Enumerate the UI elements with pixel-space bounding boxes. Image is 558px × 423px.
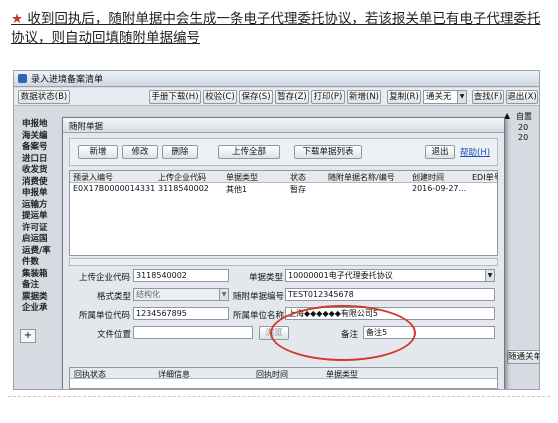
dialog-title: 随附单据 xyxy=(63,118,504,133)
attachments-dialog: 随附单据 新增 修改 删除 上传全部 下载单据列表 退出 帮助(H) 预录入编号… xyxy=(62,117,505,389)
receipt-table-header: 回执状态 详细信息 回执时间 单据类型 xyxy=(70,368,497,379)
main-toolbar: 数据状态(B) 手册下载(H) 校验(C) 保存(S) 暂存(Z) 打印(P) … xyxy=(14,88,539,106)
upload-code-label: 上传企业代码 xyxy=(79,273,131,283)
documents-table: 预录入编号 上传企业代码 单据类型 状态 随附单据名称/编号 创建时间 EDI单… xyxy=(69,170,498,256)
horizontal-scrollbar[interactable] xyxy=(69,258,498,266)
edit-doc-button[interactable]: 修改 xyxy=(122,145,158,159)
main-window-title: 录入进境备案清单 xyxy=(31,75,104,85)
temp-save-button[interactable]: 暂存(Z) xyxy=(275,90,309,104)
screenshot-frame: 录入进境备案清单 数据状态(B) 手册下载(H) 校验(C) 保存(S) 暂存(… xyxy=(13,70,540,390)
customs-select[interactable]: 通关无 ▼ xyxy=(423,90,467,104)
check-button[interactable]: 校验(C) xyxy=(203,90,237,104)
caption-text: ★ 收到回执后，随附单据中会生成一条电子代理委托协议，若该报关单已有电子代理委托… xyxy=(11,10,551,48)
format-value: 结构化 xyxy=(136,290,160,299)
right-value: 20 xyxy=(518,133,529,142)
column-header: EDI单号 xyxy=(472,173,498,182)
exit-button[interactable]: 退出(X) xyxy=(506,90,538,104)
unit-name-label: 所属单位名称 xyxy=(233,311,285,321)
column-header: 详细信息 xyxy=(158,370,190,379)
manual-download-button[interactable]: 手册下载(H) xyxy=(149,90,201,104)
download-list-button[interactable]: 下载单据列表 xyxy=(294,145,362,159)
add-row-button[interactable]: + xyxy=(20,329,36,343)
dialog-exit-button[interactable]: 退出 xyxy=(425,145,455,159)
table-row[interactable]: E0X17B000001433198 3118540002 其他1 暂存 201… xyxy=(70,184,497,194)
save-button[interactable]: 保存(S) xyxy=(239,90,273,104)
upload-code-field[interactable]: 3118540002 xyxy=(133,269,229,282)
doc-no-field[interactable]: TEST012345678 xyxy=(285,288,495,301)
file-label: 文件位置 xyxy=(97,330,132,340)
new-doc-button[interactable]: 新增 xyxy=(78,145,118,159)
table-cell: 暂存 xyxy=(290,185,306,194)
unit-code-field[interactable]: 1234567895 xyxy=(133,307,229,320)
find-button[interactable]: 查找(F) xyxy=(472,90,504,104)
table-cell: 3118540002 xyxy=(158,184,209,193)
delete-doc-button[interactable]: 删除 xyxy=(162,145,198,159)
divider xyxy=(8,396,550,397)
column-header: 创建时间 xyxy=(412,173,444,182)
data-status-button[interactable]: 数据状态(B) xyxy=(18,90,70,104)
column-header: 上传企业代码 xyxy=(158,173,206,182)
star-icon: ★ xyxy=(11,11,24,27)
receipt-table: 回执状态 详细信息 回执时间 单据类型 xyxy=(69,367,498,389)
right-value: 20 xyxy=(518,123,529,132)
app-logo-icon xyxy=(18,74,27,83)
chevron-down-icon: ▼ xyxy=(219,289,228,300)
column-header: 状态 xyxy=(290,173,306,182)
doc-no-label: 随附单据编号 xyxy=(233,292,285,302)
main-titlebar: 录入进境备案清单 xyxy=(14,71,539,87)
caption-body: 收到回执后，随附单据中会生成一条电子代理委托协议，若该报关单已有电子代理委托协议… xyxy=(11,11,541,46)
doc-type-select[interactable]: 10000001电子代理委托协议 ▼ xyxy=(285,269,495,282)
format-label: 格式类型 xyxy=(97,292,132,302)
file-path-field[interactable] xyxy=(133,326,253,339)
table-header: 预录入编号 上传企业代码 单据类型 状态 随附单据名称/编号 创建时间 EDI单… xyxy=(70,171,498,183)
chevron-down-icon: ▼ xyxy=(485,270,494,281)
doc-type-value: 10000001电子代理委托协议 xyxy=(288,271,393,280)
unit-code-label: 所属单位代码 xyxy=(79,311,131,321)
customs-form-button[interactable]: 随通关单 xyxy=(507,350,539,364)
column-header: 回执时间 xyxy=(256,370,288,379)
column-header: 单据类型 xyxy=(326,370,358,379)
print-button[interactable]: 打印(P) xyxy=(311,90,345,104)
doc-type-label: 单据类型 xyxy=(249,273,284,283)
highlight-oval xyxy=(270,305,416,361)
table-cell: 其他1 xyxy=(226,185,248,194)
column-header: 回执状态 xyxy=(74,370,106,379)
column-header: 单据类型 xyxy=(226,173,258,182)
copy-button[interactable]: 复制(R) xyxy=(387,90,421,104)
customs-select-value: 通关无 xyxy=(426,92,452,102)
chevron-down-icon: ▼ xyxy=(457,91,466,103)
column-header: 预录入编号 xyxy=(73,173,113,182)
table-cell: E0X17B000001433198 xyxy=(73,184,155,193)
help-link[interactable]: 帮助(H) xyxy=(460,146,490,158)
table-cell: 2016-09-27... xyxy=(412,184,467,193)
right-header: 自置 xyxy=(516,112,532,121)
column-header: 随附单据名称/编号 xyxy=(328,173,395,182)
new-button[interactable]: 新增(N) xyxy=(347,90,381,104)
dialog-toolbar: 新增 修改 删除 上传全部 下载单据列表 退出 帮助(H) xyxy=(69,138,498,166)
format-select[interactable]: 结构化 ▼ xyxy=(133,288,229,301)
upload-all-button[interactable]: 上传全部 xyxy=(218,145,280,159)
